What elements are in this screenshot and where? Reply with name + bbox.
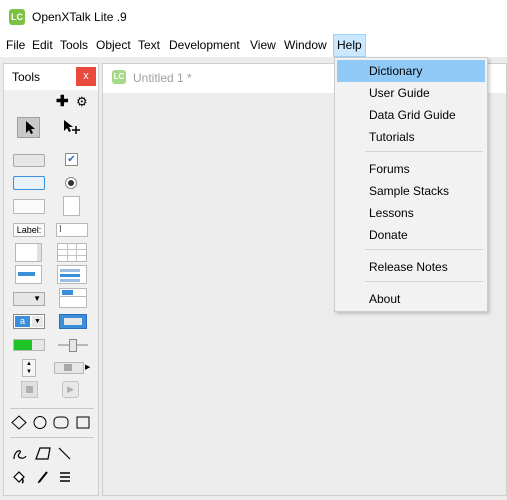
title-bar: LC OpenXTalk Lite .9 bbox=[0, 0, 507, 34]
menu-item-user-guide[interactable]: User Guide bbox=[337, 82, 485, 104]
rectangle-button-tool[interactable] bbox=[13, 199, 45, 214]
menu-tools[interactable]: Tools bbox=[57, 34, 91, 57]
plus-icon[interactable]: ✚ bbox=[56, 94, 69, 109]
line-tools-row bbox=[10, 445, 94, 462]
tools-palette: Tools x ✚ ⚙ ✔ Label: I ▼ a ▼ ▲ ▼ ▶ ▶ bbox=[3, 63, 99, 496]
menu-help[interactable]: Help bbox=[333, 34, 366, 57]
progress-bar-tool[interactable] bbox=[13, 339, 45, 351]
combo-box-tool[interactable]: a ▼ bbox=[13, 314, 45, 329]
scrollbar-tool[interactable]: ▶ bbox=[54, 361, 90, 374]
doc-logo: LC bbox=[112, 70, 126, 84]
menu-window[interactable]: Window bbox=[281, 34, 330, 57]
menu-development[interactable]: Development bbox=[166, 34, 243, 57]
image-tool[interactable] bbox=[21, 381, 38, 398]
browse-tool[interactable] bbox=[17, 117, 40, 138]
menu-separator bbox=[365, 281, 483, 282]
default-button-tool[interactable] bbox=[13, 176, 45, 190]
list-field-tool[interactable] bbox=[15, 265, 42, 284]
player-tool[interactable]: ▶ bbox=[62, 381, 79, 398]
radio-button-tool[interactable] bbox=[65, 177, 77, 189]
menu-item-data-grid-guide[interactable]: Data Grid Guide bbox=[337, 104, 485, 126]
shape-tools-row bbox=[10, 414, 94, 431]
data-grid-tool[interactable] bbox=[57, 265, 87, 284]
menu-separator bbox=[365, 249, 483, 250]
tools-palette-header: Tools x bbox=[4, 64, 98, 90]
tools-palette-title: Tools bbox=[12, 70, 41, 84]
menu-item-release-notes[interactable]: Release Notes bbox=[337, 256, 485, 278]
gear-icon[interactable]: ⚙ bbox=[76, 95, 88, 109]
menu-edit[interactable]: Edit bbox=[29, 34, 56, 57]
push-button-tool[interactable] bbox=[13, 154, 45, 167]
label-field-tool[interactable]: Label: bbox=[13, 223, 45, 237]
menu-item-about[interactable]: About bbox=[337, 288, 485, 310]
tools-divider bbox=[10, 437, 94, 438]
menu-item-dictionary[interactable]: Dictionary bbox=[337, 60, 485, 82]
scrolling-field-tool[interactable] bbox=[15, 243, 42, 262]
text-field-tool[interactable]: I bbox=[56, 223, 88, 237]
paint-tools-row bbox=[10, 468, 94, 485]
close-icon[interactable]: x bbox=[76, 67, 96, 86]
tools-divider bbox=[10, 408, 94, 409]
menu-view[interactable]: View bbox=[247, 34, 279, 57]
menu-item-lessons[interactable]: Lessons bbox=[337, 202, 485, 224]
menu-item-tutorials[interactable]: Tutorials bbox=[337, 126, 485, 148]
help-menu-dropdown: Dictionary User Guide Data Grid Guide Tu… bbox=[334, 57, 488, 312]
window-title: OpenXTalk Lite .9 bbox=[32, 10, 127, 24]
little-arrows-tool[interactable]: ▲ ▼ bbox=[22, 359, 36, 377]
menu-item-donate[interactable]: Donate bbox=[337, 224, 485, 246]
tab-panel-tool[interactable] bbox=[59, 288, 87, 308]
pointer-tool[interactable] bbox=[60, 117, 84, 138]
app-logo: LC bbox=[9, 9, 25, 25]
menu-item-sample-stacks[interactable]: Sample Stacks bbox=[337, 180, 485, 202]
menu-item-forums[interactable]: Forums bbox=[337, 158, 485, 180]
document-title: Untitled 1 * bbox=[133, 71, 192, 85]
checkbox-tool[interactable]: ✔ bbox=[65, 153, 78, 166]
menu-file[interactable]: File bbox=[3, 34, 28, 57]
card-tool[interactable] bbox=[63, 196, 80, 216]
menu-object[interactable]: Object bbox=[93, 34, 134, 57]
menu-separator bbox=[365, 151, 483, 152]
menu-text[interactable]: Text bbox=[135, 34, 163, 57]
option-menu-tool[interactable]: ▼ bbox=[13, 292, 45, 306]
slider-tool[interactable] bbox=[58, 338, 88, 352]
pulldown-menu-tool[interactable] bbox=[59, 314, 87, 329]
table-field-tool[interactable] bbox=[57, 243, 87, 262]
menu-bar: File Edit Tools Object Text Development … bbox=[0, 34, 507, 57]
